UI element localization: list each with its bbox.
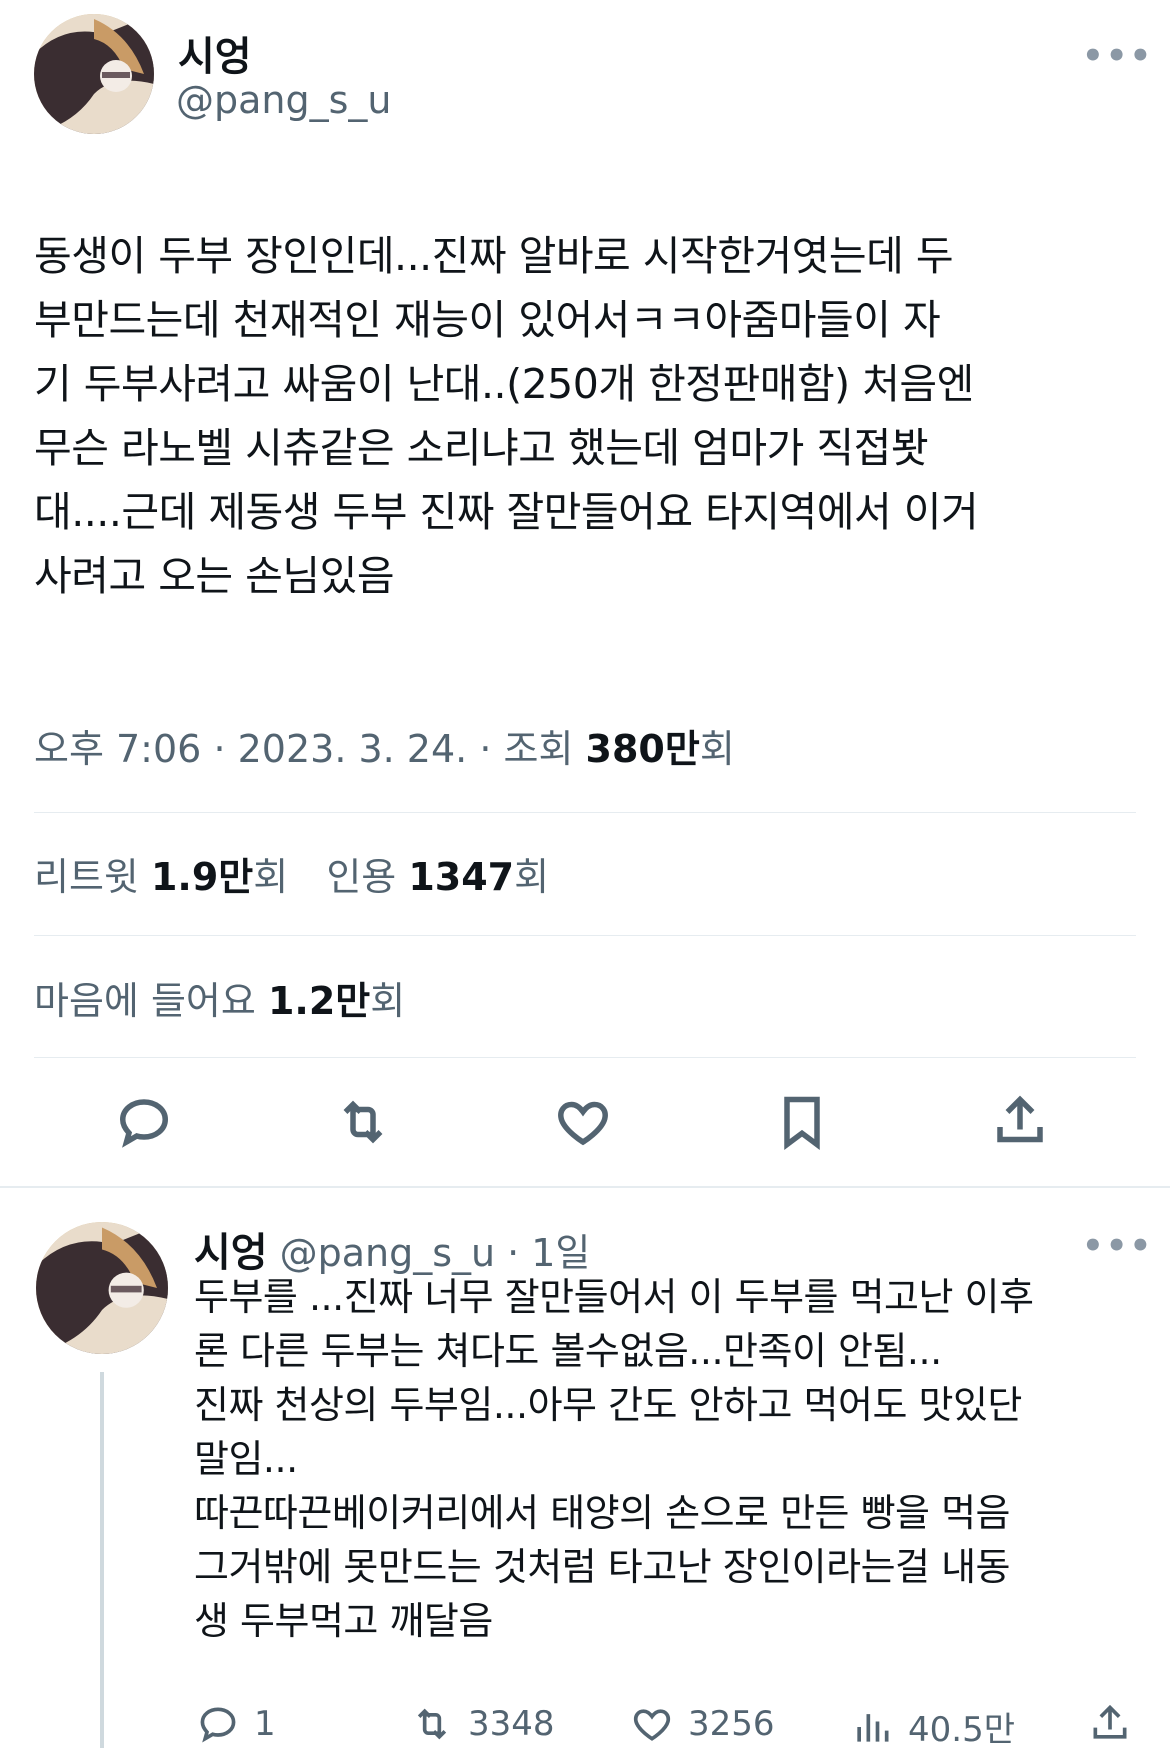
likes-label: 마음에 들어요 xyxy=(34,979,256,1023)
divider xyxy=(34,1057,1136,1058)
tweet-time[interactable]: 오후 7:06 xyxy=(34,727,201,771)
section-divider xyxy=(0,1186,1170,1188)
reply-retweet-button[interactable]: 3348 xyxy=(410,1702,555,1746)
reply-author-handle[interactable]: @pang_s_u xyxy=(280,1231,496,1275)
like-icon xyxy=(558,1101,608,1146)
divider xyxy=(34,935,1136,936)
tweet-text: 동생이 두부 장인인데...진짜 알바로 시작한거엿는데 두 부만드는데 천재적… xyxy=(34,232,979,600)
reply-icon xyxy=(200,1707,236,1743)
more-icon[interactable]: ••• xyxy=(1082,36,1153,76)
retweet-icon xyxy=(343,1100,383,1144)
views-label: 조회 xyxy=(503,727,574,771)
retweet-count: 3348 xyxy=(468,1704,555,1744)
reply-button[interactable] xyxy=(114,1092,174,1156)
avatar[interactable] xyxy=(34,14,154,134)
reply-count: 1 xyxy=(254,1704,276,1744)
divider xyxy=(34,812,1136,813)
avatar-image xyxy=(36,1222,168,1354)
tweet-meta: 오후 7:06 · 2023. 3. 24. · 조회 380만회 xyxy=(34,718,735,773)
retweet-button[interactable] xyxy=(333,1092,393,1156)
author-name[interactable]: 시엉 xyxy=(178,24,252,82)
share-button[interactable] xyxy=(990,1092,1050,1156)
view-count: 40.5만 xyxy=(908,1710,1015,1750)
avatar-image xyxy=(34,14,154,134)
quotes-value: 1347 xyxy=(408,855,515,899)
likes-value: 1.2만 xyxy=(267,979,371,1023)
share-icon xyxy=(1093,1704,1127,1739)
views-value: 380만 xyxy=(585,727,700,771)
thread-line xyxy=(100,1372,104,1748)
quotes-stat[interactable]: 인용 1347회 xyxy=(326,855,549,899)
retweets-value: 1.9만 xyxy=(150,855,254,899)
author-handle[interactable]: @pang_s_u xyxy=(176,78,392,122)
reply-time[interactable]: 1일 xyxy=(531,1222,590,1277)
share-icon xyxy=(997,1095,1043,1143)
reply-more-icon[interactable]: ••• xyxy=(1082,1226,1153,1266)
quotes-suffix: 회 xyxy=(514,855,550,899)
likes-suffix: 회 xyxy=(370,979,406,1023)
retweet-icon xyxy=(417,1708,447,1740)
bookmark-button[interactable] xyxy=(772,1092,832,1156)
reply-icon xyxy=(119,1099,169,1148)
views-suffix: 회 xyxy=(699,727,735,771)
reply-dot: · xyxy=(507,1231,520,1275)
likes-stat[interactable]: 마음에 들어요 1.2만회 xyxy=(34,970,405,1025)
reply-text: 두부를 ...진짜 너무 잘만들어서 이 두부를 먹고난 이후 론 다른 두부는… xyxy=(194,1275,1034,1643)
retweets-stat[interactable]: 리트윗 1.9만회 xyxy=(34,855,300,899)
retweets-suffix: 회 xyxy=(253,855,289,899)
retweets-label: 리트윗 xyxy=(34,855,139,899)
retweet-quote-stats: 리트윗 1.9만회 인용 1347회 xyxy=(34,846,549,901)
tweet-date[interactable]: 2023. 3. 24. xyxy=(238,727,468,771)
reply-like-button[interactable]: 3256 xyxy=(630,1702,775,1746)
reply-reply-button[interactable]: 1 xyxy=(196,1702,276,1746)
meta-separator: · xyxy=(479,727,504,771)
reply-views-button[interactable]: 40.5만 xyxy=(850,1702,1015,1751)
bookmark-icon xyxy=(784,1096,820,1150)
like-button[interactable] xyxy=(553,1092,613,1156)
quotes-label: 인용 xyxy=(326,855,397,899)
reply-avatar[interactable] xyxy=(36,1222,168,1354)
like-icon xyxy=(633,1709,671,1741)
like-count: 3256 xyxy=(688,1704,775,1744)
views-icon xyxy=(857,1713,889,1742)
reply-share-button[interactable] xyxy=(1088,1702,1132,1746)
meta-separator: · xyxy=(213,727,238,771)
